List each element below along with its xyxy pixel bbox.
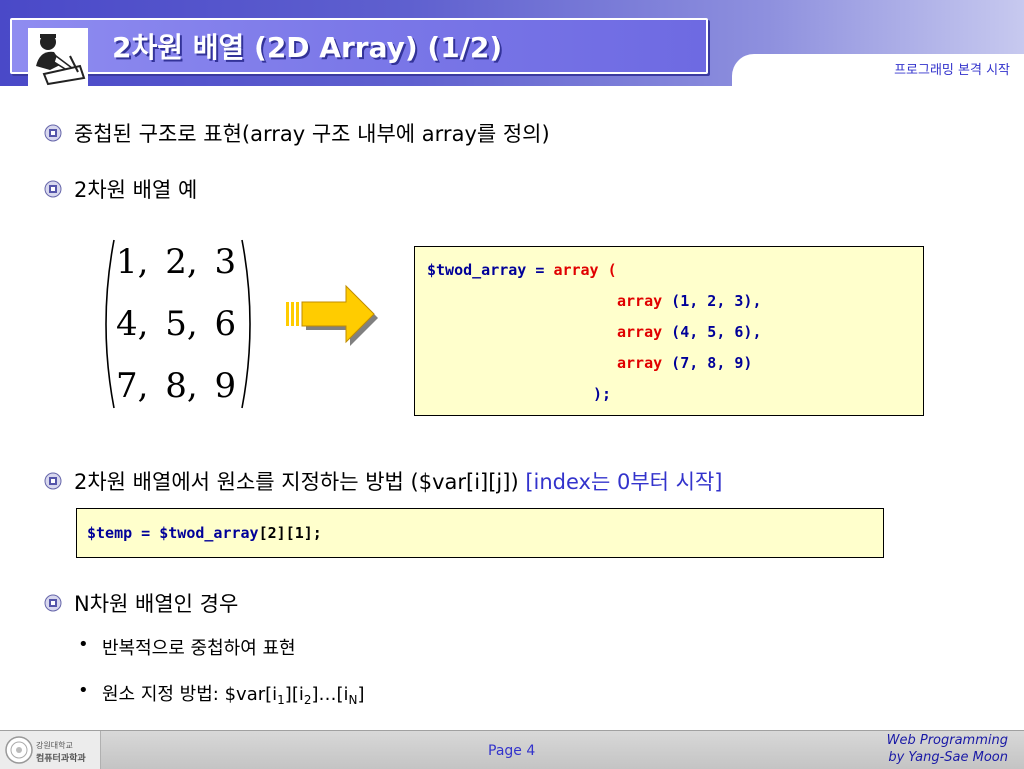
code-keyword: array (617, 323, 663, 341)
sub-bullet-repeat-nesting: 반복적으로 중첩하여 표현 (102, 638, 296, 659)
code-line: array (4, 5, 6), (617, 323, 762, 341)
bullet-2d-example: 2차원 배열 예 (74, 178, 198, 202)
university-logo: 강원대학교 컴퓨터과학과 (0, 731, 101, 769)
code-keyword: array (617, 354, 663, 372)
sub-bullet-access-method: 원소 지정 방법: $var[i1][i2]…[iN] (102, 680, 365, 707)
course-name: Web Programming (886, 733, 1008, 748)
page-number: Page 4 (488, 743, 536, 759)
access-code-block: $temp = $twod_array[2][1]; (76, 508, 884, 558)
code-line: ); (593, 385, 611, 403)
sub-bullet-dot: • (78, 634, 89, 655)
slide-header: 2차원 배열 (2D Array) (1/2) 프로그래밍 본격 시작 (0, 0, 1024, 88)
code-variable: $temp (87, 524, 133, 542)
code-line: $temp = $twod_array[2][1]; (87, 524, 322, 542)
subscript: 1 (277, 693, 285, 707)
code-line: array (7, 8, 9) (617, 354, 752, 372)
person-writing-icon (28, 28, 88, 88)
slide-title: 2차원 배열 (2D Array) (1/2) (112, 31, 503, 64)
code-line: array (1, 2, 3), (617, 292, 762, 310)
bullet-emblem-icon (44, 594, 62, 612)
matrix-row: 4, 5, 6 (116, 304, 237, 344)
bullet-nested-structure: 중첩된 구조로 표현(array 구조 내부에 array를 정의) (74, 118, 550, 148)
logo-line-2: 컴퓨터과학과 (36, 754, 86, 764)
university-seal-icon (5, 736, 33, 764)
array-code-block: $twod_array = array ( array (1, 2, 3), a… (414, 246, 924, 416)
access-end: ] (357, 684, 365, 705)
bullet-nested-structure-text-b: (array 구조 내부에 array를 정의) (241, 122, 550, 146)
bullet-element-access: 2차원 배열에서 원소를 지정하는 방법 ($var[i][j]) [index… (74, 466, 723, 496)
code-close: ); (593, 385, 612, 403)
code-paren: ( (598, 261, 617, 279)
code-keyword: array (617, 292, 663, 310)
code-operator: = (526, 261, 554, 279)
subtitle-tab: 프로그래밍 본격 시작 (732, 54, 1024, 86)
code-keyword: array (553, 261, 599, 279)
code-args: (1, 2, 3), (662, 292, 762, 310)
access-mid: ][i (284, 684, 304, 705)
bullet-emblem-icon (44, 472, 62, 490)
bullet-element-access-text-a: 2차원 배열에서 원소를 지정하는 방법 ($var[i][j]) (74, 470, 526, 494)
code-index: [2][1]; (258, 524, 322, 542)
code-args: (4, 5, 6), (662, 323, 762, 341)
bullet-nested-structure-text-a: 중첩된 구조로 표현 (74, 122, 242, 146)
right-arrow-icon (286, 284, 378, 346)
author-credit: by Yang-Sae Moon (888, 750, 1008, 765)
code-line: $twod_array = array ( (427, 261, 617, 279)
logo-line-1: 강원대학교 (36, 741, 73, 750)
slide-subtitle: 프로그래밍 본격 시작 (894, 63, 1010, 78)
bullet-emblem-icon (44, 180, 62, 198)
subscript: N (348, 693, 358, 707)
slide-footer: 강원대학교 컴퓨터과학과 Page 4 Web Programming by Y… (0, 730, 1024, 769)
access-prefix: 원소 지정 방법: $var[i (102, 684, 278, 705)
code-args: (7, 8, 9) (662, 354, 753, 372)
code-operator: = (132, 524, 160, 542)
bullet-emblem-icon (44, 124, 62, 142)
access-mid: ]…[i (311, 684, 349, 705)
sub-bullet-dot: • (78, 680, 89, 701)
code-variable: $twod_array (159, 524, 259, 542)
code-variable: $twod_array (427, 261, 527, 279)
index-note: [index는 0부터 시작] (525, 470, 723, 494)
matrix-figure: 1, 2, 3 4, 5, 6 7, 8, 9 (96, 236, 260, 412)
matrix-row: 1, 2, 3 (116, 242, 237, 282)
title-banner: 2차원 배열 (2D Array) (1/2) (10, 18, 708, 88)
bullet-n-dimensional: N차원 배열인 경우 (74, 592, 239, 616)
matrix-row: 7, 8, 9 (116, 366, 237, 406)
